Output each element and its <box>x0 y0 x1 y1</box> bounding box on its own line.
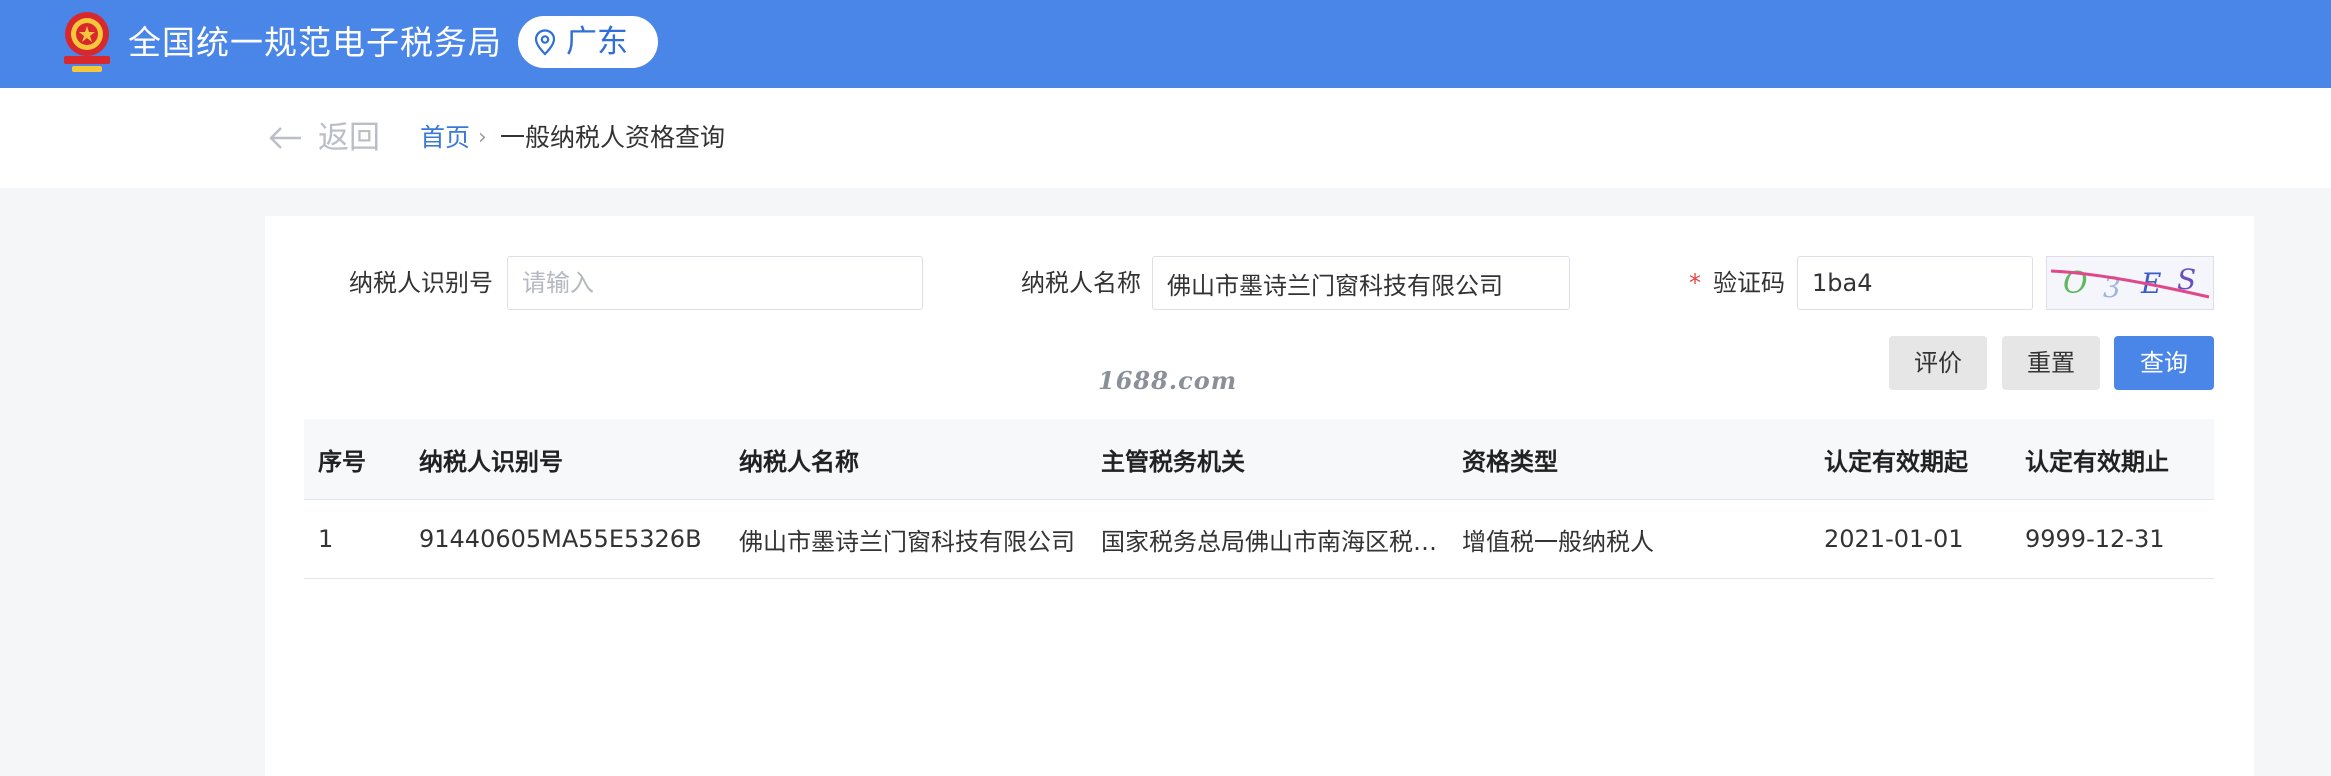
national-emblem-icon <box>64 12 110 72</box>
table-header: 序号 纳税人识别号 纳税人名称 主管税务机关 资格类型 认定有效期起 认定有效期… <box>304 419 2214 500</box>
col-header-valid-from: 认定有效期起 <box>1824 447 1968 476</box>
captcha-image[interactable]: O 3 E S <box>2046 256 2214 310</box>
col-header-taxpayer-id: 纳税人识别号 <box>419 447 563 476</box>
cell-qualification-type: 增值税一般纳税人 <box>1462 527 1654 556</box>
captcha-label-text: 验证码 <box>1713 269 1785 297</box>
col-header-valid-to: 认定有效期止 <box>2025 447 2169 476</box>
region-label: 广东 <box>566 24 628 60</box>
query-panel: 纳税人识别号 纳税人名称 * 验证码 O 3 E S 评价 重置 查询 1688.… <box>265 216 2254 776</box>
top-header: 全国统一规范电子税务局 广东 <box>0 0 2331 88</box>
captcha-graphic: O 3 E S <box>2050 263 2210 304</box>
captcha-label: * 验证码 <box>1689 256 1785 310</box>
back-label: 返回 <box>318 120 380 156</box>
watermark: 1688.com <box>1098 366 1238 395</box>
cell-index: 1 <box>318 525 334 553</box>
breadcrumb-home-link[interactable]: 首页 <box>420 120 470 156</box>
taxpayer-name-label: 纳税人名称 <box>1021 269 1141 297</box>
cell-taxpayer-id: 91440605MA55E5326B <box>419 525 702 553</box>
cell-valid-to: 9999-12-31 <box>2025 525 2165 553</box>
arrow-left-icon <box>269 127 301 149</box>
taxpayer-name-input[interactable] <box>1152 256 1570 310</box>
required-mark: * <box>1689 269 1701 297</box>
col-header-index: 序号 <box>318 447 366 476</box>
captcha-input[interactable] <box>1797 256 2033 310</box>
cell-tax-authority: 国家税务总局佛山市南海区税… <box>1101 527 1437 556</box>
breadcrumb-bar: 返回 首页 › 一般纳税人资格查询 <box>0 88 2331 188</box>
table-row[interactable]: 1 91440605MA55E5326B 佛山市墨诗兰门窗科技有限公司 国家税务… <box>304 500 2214 579</box>
evaluate-button[interactable]: 评价 <box>1889 336 1987 390</box>
location-pin-icon <box>534 29 556 56</box>
region-selector[interactable]: 广东 <box>518 16 658 68</box>
reset-button[interactable]: 重置 <box>2002 336 2100 390</box>
cell-valid-from: 2021-01-01 <box>1824 525 1964 553</box>
col-header-taxpayer-name: 纳税人名称 <box>739 447 859 476</box>
query-button[interactable]: 查询 <box>2114 336 2214 390</box>
col-header-qualification-type: 资格类型 <box>1462 447 1558 476</box>
cell-taxpayer-name: 佛山市墨诗兰门窗科技有限公司 <box>739 527 1075 556</box>
taxpayer-id-input[interactable] <box>507 256 923 310</box>
taxpayer-id-label: 纳税人识别号 <box>349 269 493 297</box>
col-header-tax-authority: 主管税务机关 <box>1101 447 1245 476</box>
breadcrumb-separator: › <box>478 125 487 150</box>
breadcrumb-current: 一般纳税人资格查询 <box>500 123 726 152</box>
site-title: 全国统一规范电子税务局 <box>128 23 502 62</box>
